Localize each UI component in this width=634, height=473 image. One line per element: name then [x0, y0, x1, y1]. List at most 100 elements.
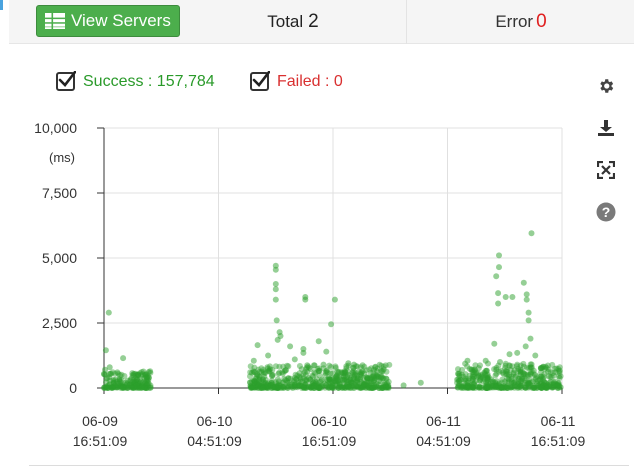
- x-tick-label-time: 04:51:09: [187, 433, 242, 449]
- chart-grid: [103, 127, 563, 388]
- data-point: [495, 290, 502, 297]
- data-point: [335, 369, 342, 376]
- data-point: [313, 383, 319, 390]
- response-time-scatter-chart: 0 2,500 5,000 7,500 10,000 06-09 16:51:09 06-10…: [34, 120, 585, 449]
- data-point: [556, 375, 563, 381]
- data-point: [383, 375, 390, 382]
- data-point: [490, 384, 496, 391]
- data-point: [368, 382, 375, 389]
- summary-bar: View Servers Total 2 Error 0: [9, 0, 634, 44]
- legend-failed-toggle[interactable]: Failed : 0: [250, 71, 343, 91]
- data-point: [457, 376, 464, 383]
- x-tick-label-time: 04:51:09: [416, 433, 471, 449]
- x-tick-label-date: 06-09: [82, 413, 118, 429]
- data-point: [320, 361, 327, 368]
- data-point: [464, 357, 471, 364]
- data-point: [119, 385, 126, 391]
- data-point: [116, 376, 123, 383]
- data-point: [498, 367, 505, 374]
- data-point: [329, 375, 336, 382]
- data-point: [475, 384, 482, 391]
- x-tick-label-date: 06-11: [426, 413, 461, 429]
- failed-checkbox[interactable]: [250, 71, 270, 91]
- x-tick-label-date: 06-10: [311, 413, 347, 429]
- y-tick-label: 0: [69, 380, 77, 396]
- data-point: [385, 382, 392, 389]
- data-point: [281, 375, 288, 382]
- total-label: Total: [267, 12, 304, 31]
- data-point: [313, 376, 320, 383]
- data-point: [314, 365, 321, 372]
- data-point: [514, 349, 521, 356]
- data-point: [537, 384, 544, 391]
- data-point: [260, 384, 266, 391]
- data-point: [300, 349, 307, 356]
- data-point: [269, 372, 276, 378]
- data-point: [345, 360, 352, 367]
- data-point: [328, 321, 335, 328]
- x-tick-label-date: 06-11: [541, 413, 576, 429]
- data-point: [291, 356, 298, 363]
- data-point: [315, 338, 322, 345]
- checkmark-icon: [58, 71, 76, 87]
- data-point: [254, 342, 261, 349]
- data-point: [495, 300, 502, 307]
- data-point: [400, 382, 407, 389]
- y-axis-unit-label: (ms): [49, 150, 75, 165]
- data-point: [455, 370, 461, 377]
- data-point: [273, 317, 280, 324]
- data-point: [326, 362, 333, 369]
- data-point: [357, 364, 364, 371]
- data-point: [300, 375, 307, 382]
- data-point: [522, 343, 529, 350]
- data-point: [362, 380, 368, 387]
- data-point: [277, 333, 284, 339]
- y-tick-label: 7,500: [42, 185, 77, 201]
- data-point: [517, 378, 524, 384]
- success-label: Success : 157,784: [83, 72, 215, 90]
- chart-points: [101, 230, 564, 391]
- data-point: [133, 382, 140, 389]
- data-point: [251, 384, 258, 391]
- data-point: [523, 296, 530, 303]
- data-point: [283, 383, 290, 390]
- view-servers-label: View Servers: [71, 11, 171, 30]
- data-point: [331, 296, 338, 303]
- data-point: [293, 375, 300, 382]
- legend-success-toggle[interactable]: Success : 157,784: [56, 71, 215, 91]
- view-servers-button[interactable]: View Servers: [36, 5, 180, 37]
- data-point: [506, 351, 513, 358]
- data-point: [527, 364, 534, 371]
- data-point: [525, 317, 532, 324]
- data-point: [272, 266, 279, 273]
- data-point: [481, 376, 488, 383]
- checkmark-icon: [252, 71, 270, 87]
- data-point: [520, 279, 527, 286]
- data-point: [549, 361, 556, 368]
- data-point: [509, 294, 516, 300]
- data-point: [353, 377, 360, 384]
- data-point: [502, 362, 509, 369]
- data-point: [135, 371, 141, 378]
- data-point: [484, 384, 491, 390]
- data-point: [537, 365, 544, 371]
- data-point: [334, 381, 341, 388]
- y-tick-label: 5,000: [42, 250, 77, 266]
- svg-text:?: ?: [602, 204, 611, 220]
- data-point: [376, 377, 383, 384]
- data-point: [129, 372, 136, 378]
- data-point: [114, 369, 121, 376]
- data-point: [101, 384, 108, 391]
- data-point: [465, 382, 472, 389]
- data-point: [292, 384, 299, 391]
- data-point: [522, 372, 529, 379]
- data-point: [275, 370, 282, 377]
- success-checkbox[interactable]: [56, 71, 76, 91]
- data-point: [532, 352, 539, 359]
- data-point: [557, 384, 564, 391]
- data-point: [528, 230, 535, 237]
- data-point: [323, 348, 330, 355]
- data-point: [301, 369, 308, 376]
- settings-button[interactable]: [596, 76, 616, 96]
- x-tick-label-time: 16:51:09: [302, 433, 357, 449]
